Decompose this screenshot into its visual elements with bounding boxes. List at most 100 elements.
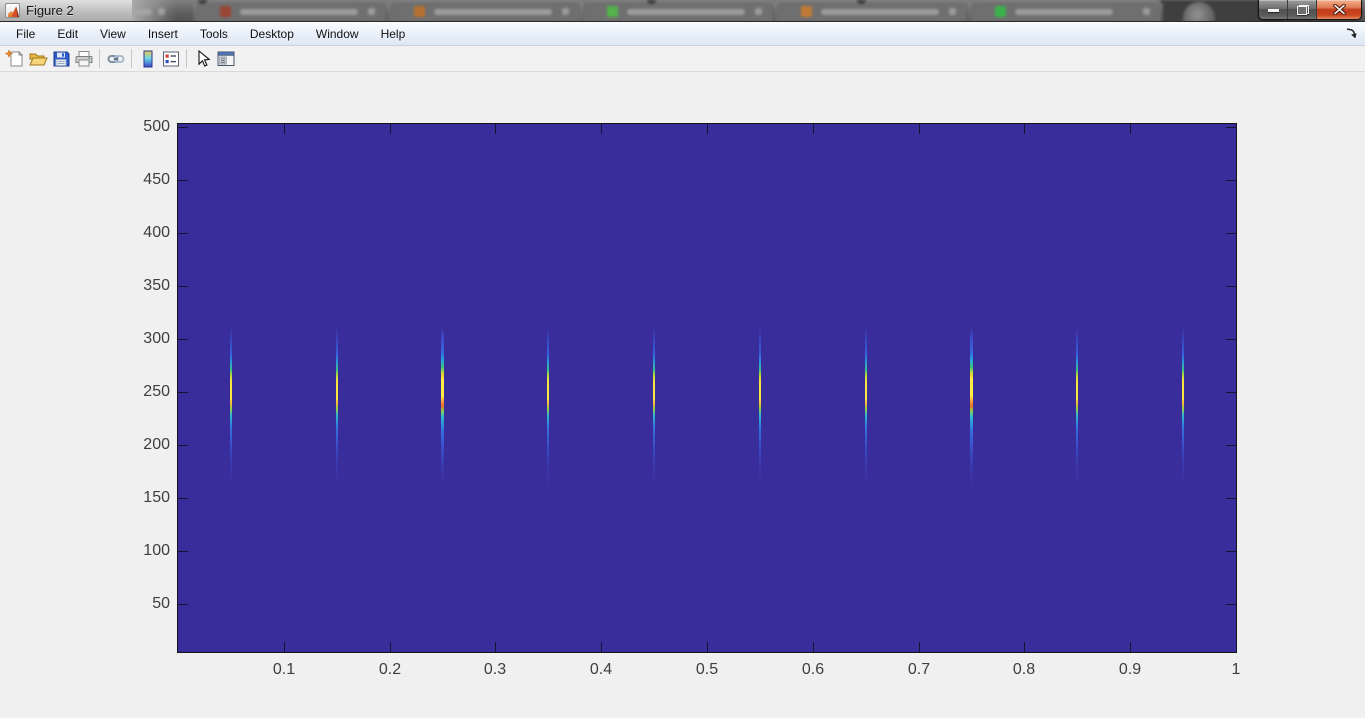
x-tick-mark — [495, 124, 496, 134]
insert-colorbar-button[interactable] — [136, 47, 159, 70]
close-button[interactable] — [1317, 0, 1361, 19]
link-plot-icon — [107, 54, 124, 63]
background-tab-close-icon[interactable] — [755, 8, 762, 15]
window-title: Figure 2 — [26, 3, 74, 18]
impulse-streak — [547, 327, 549, 488]
x-tick-mark — [1236, 642, 1237, 652]
y-tick-label: 350 — [143, 277, 170, 294]
print-icon — [75, 50, 92, 66]
matlab-logo-icon — [5, 3, 20, 18]
close-icon — [1333, 4, 1346, 15]
x-tick-mark — [707, 124, 708, 134]
impulse-streak — [336, 327, 338, 488]
menu-item-tools[interactable]: Tools — [189, 22, 239, 46]
tab-favicon-icon — [220, 6, 231, 17]
x-tick-label: 0.2 — [378, 661, 402, 678]
menu-item-window[interactable]: Window — [305, 22, 370, 46]
y-tick-label: 150 — [143, 489, 170, 506]
open-folder-icon — [28, 53, 48, 65]
background-tab-close-icon[interactable] — [562, 8, 569, 15]
figure-canvas: 0.1 0.2 0.3 0.4 0.5 0.6 0.7 0.8 0.9 1 50 100 150 200 2… — [0, 72, 1365, 718]
y-tick-mark — [1226, 551, 1236, 552]
y-tick-mark — [178, 180, 188, 181]
x-tick-mark — [813, 124, 814, 134]
link-plot-button[interactable] — [104, 47, 127, 70]
x-tick-mark — [284, 124, 285, 134]
x-tick-label: 0.8 — [1012, 661, 1036, 678]
toolbar-separator — [131, 49, 132, 68]
x-tick-mark — [919, 124, 920, 134]
dock-figure-button[interactable] — [1344, 26, 1360, 42]
figure-toolbar — [0, 46, 1365, 72]
y-tick-mark — [178, 339, 188, 340]
save-icon — [53, 51, 69, 66]
y-tick-mark — [1226, 339, 1236, 340]
y-tick-mark — [178, 392, 188, 393]
background-tab-close-icon[interactable] — [949, 8, 956, 15]
x-tick-label: 0.3 — [483, 661, 507, 678]
menu-bar: File Edit View Insert Tools Desktop Window Help — [0, 22, 1365, 46]
open-file-button[interactable] — [26, 47, 49, 70]
y-tick-mark — [178, 498, 188, 499]
y-tick-mark — [1226, 180, 1236, 181]
y-tick-mark — [1226, 498, 1236, 499]
x-tick-mark — [495, 642, 496, 652]
restore-button[interactable] — [1288, 0, 1317, 19]
tab-separator — [581, 3, 582, 21]
save-figure-button[interactable] — [49, 47, 72, 70]
matlab-figure-window: Figure 2 File Edit View Insert Tools Desktop W… — [0, 0, 1365, 718]
tab-favicon-icon — [414, 6, 425, 17]
impulse-streak — [1182, 327, 1184, 488]
tab-separator — [194, 3, 195, 21]
y-tick-mark — [1226, 127, 1236, 128]
background-tab-close-icon[interactable] — [1143, 8, 1150, 15]
edit-plot-arrow-icon — [197, 49, 211, 67]
y-tick-mark — [178, 286, 188, 287]
title-bar: Figure 2 — [0, 0, 1365, 22]
menu-item-desktop[interactable]: Desktop — [239, 22, 305, 46]
restore-icon — [1297, 5, 1309, 15]
impulse-streak — [230, 327, 232, 488]
y-tick-mark — [1226, 445, 1236, 446]
y-tick-mark — [178, 233, 188, 234]
menu-item-view[interactable]: View — [89, 22, 137, 46]
y-tick-mark — [1226, 286, 1236, 287]
menu-item-insert[interactable]: Insert — [137, 22, 189, 46]
impulse-streak — [865, 327, 867, 488]
x-tick-mark — [919, 642, 920, 652]
new-figure-button[interactable] — [3, 47, 26, 70]
y-tick-label: 50 — [152, 595, 170, 612]
x-tick-label: 1 — [1231, 661, 1241, 678]
y-tick-mark — [1226, 604, 1236, 605]
edit-plot-button[interactable] — [191, 47, 214, 70]
background-tab-text — [1015, 9, 1113, 15]
impulse-streak — [441, 327, 444, 488]
x-tick-label: 0.7 — [907, 661, 931, 678]
menu-item-file[interactable]: File — [5, 22, 46, 46]
y-tick-label: 450 — [143, 171, 170, 188]
dock-arrow-icon — [1346, 28, 1357, 39]
tab-favicon-icon — [801, 6, 812, 17]
y-tick-label: 250 — [143, 383, 170, 400]
toolbar-separator — [186, 49, 187, 68]
plot-tools-icon — [217, 51, 234, 66]
background-browser-tabs — [0, 0, 1365, 21]
tab-separator — [775, 3, 776, 21]
minimize-icon — [1268, 9, 1279, 12]
menu-item-edit[interactable]: Edit — [46, 22, 89, 46]
impulse-streak — [1076, 327, 1078, 488]
show-plot-tools-button[interactable] — [214, 47, 237, 70]
tab-separator — [969, 3, 970, 21]
menu-item-help[interactable]: Help — [370, 22, 417, 46]
minimize-button[interactable] — [1259, 0, 1288, 19]
y-tick-mark — [1226, 233, 1236, 234]
y-tick-label: 500 — [143, 118, 170, 135]
axes-plot-area — [177, 123, 1237, 653]
insert-legend-button[interactable] — [159, 47, 182, 70]
print-figure-button[interactable] — [72, 47, 95, 70]
window-controls — [1258, 0, 1362, 20]
x-tick-mark — [390, 642, 391, 652]
y-tick-label: 200 — [143, 436, 170, 453]
x-tick-label: 0.5 — [695, 661, 719, 678]
background-tab-close-icon[interactable] — [368, 8, 375, 15]
